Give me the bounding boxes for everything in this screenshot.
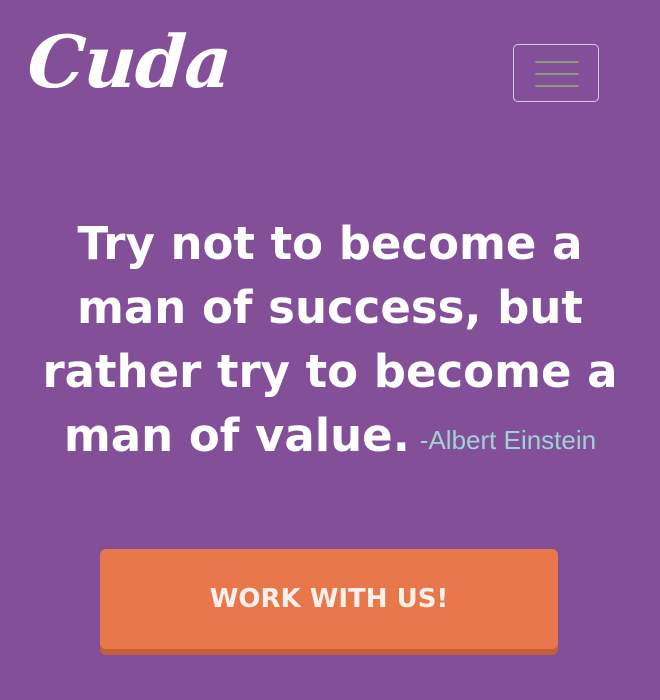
hamburger-menu-icon-bar (535, 85, 579, 87)
hamburger-menu-icon (535, 61, 579, 63)
quote-author: -Albert Einstein (419, 425, 597, 455)
menu-toggle-button[interactable] (513, 44, 599, 102)
hamburger-menu-icon-bar (535, 73, 579, 75)
hero-quote: Try not to become a man of success, but … (16, 212, 644, 472)
work-with-us-button[interactable]: WORK WITH US! (100, 549, 558, 649)
brand-logo[interactable]: Cuda (25, 19, 234, 104)
